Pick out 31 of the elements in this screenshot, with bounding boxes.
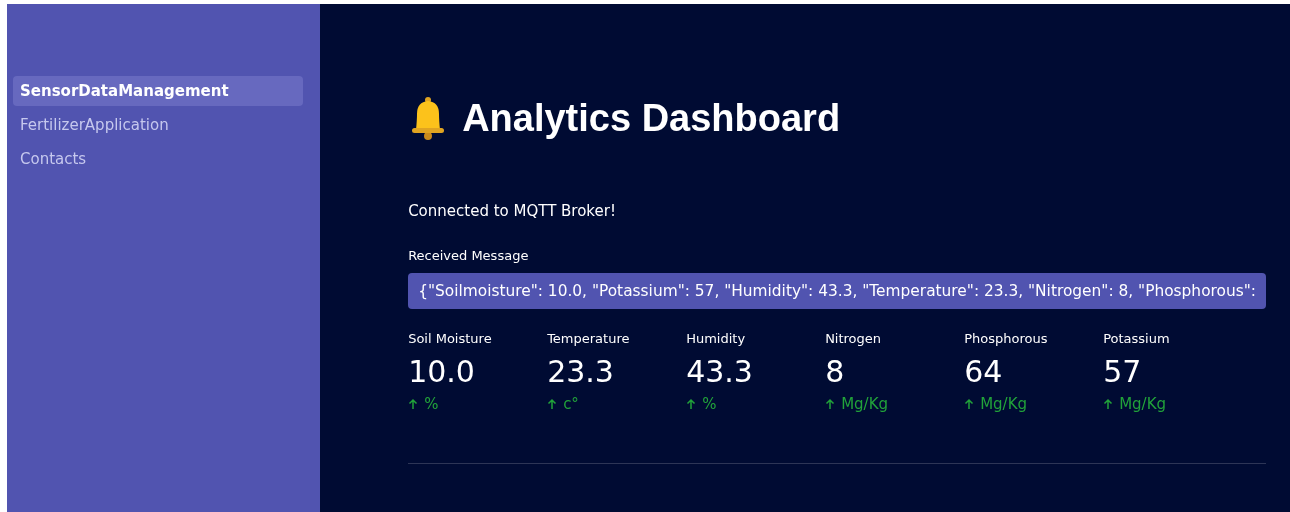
metric-value: 57 [1103, 354, 1143, 389]
arrow-up-icon [1103, 398, 1114, 410]
metric-label: Soil Moisture [408, 331, 493, 346]
metric-delta: Mg/Kg [980, 395, 1027, 413]
metric-label: Nitrogen [825, 331, 883, 346]
metric-delta: % [424, 395, 439, 413]
metric-delta: Mg/Kg [1119, 395, 1166, 413]
metric-label: Humidity [686, 331, 747, 346]
arrow-up-icon [964, 398, 975, 410]
arrow-up-icon [825, 398, 836, 410]
metric-label: Potassium [1103, 331, 1171, 346]
metric-value: 10.0 [408, 354, 476, 389]
metric-label: Temperature [547, 331, 631, 346]
status-text: Connected to MQTT Broker! [408, 202, 617, 220]
arrow-up-icon [408, 398, 419, 410]
metric-value: 8 [825, 354, 846, 389]
message-field[interactable]: {"Soilmoisture": 10.0, "Potassium": 57, "Humidity": 43.3, "Temperature": 23.3, "Nitrogen": 8, "Phosphorous": [408, 273, 1266, 309]
page-title: Analytics Dashboard [462, 96, 841, 140]
metric-delta: Mg/Kg [841, 395, 888, 413]
arrow-up-icon [686, 398, 697, 410]
metric-value: 64 [964, 354, 1004, 389]
metric-value: 23.3 [547, 354, 615, 389]
metric-label: Phosphorous [964, 331, 1049, 346]
metric-delta: c° [563, 395, 579, 413]
metric-delta: % [702, 395, 717, 413]
field-label: Received Message [408, 248, 530, 263]
sidebar-item[interactable]: FertilizerApplication [13, 110, 304, 140]
sidebar-item[interactable]: SensorDataManagement [13, 76, 304, 106]
arrow-up-icon [547, 398, 558, 410]
metric-value: 43.3 [686, 354, 754, 389]
sidebar-item[interactable]: Contacts [13, 144, 304, 174]
